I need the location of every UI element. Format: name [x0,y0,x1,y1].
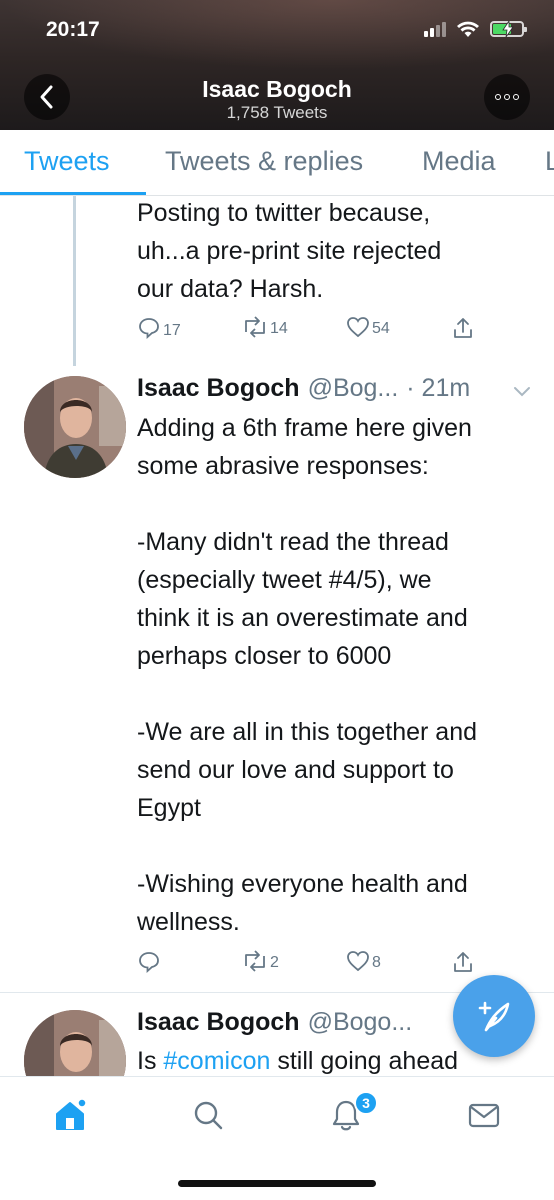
heart-icon [347,951,369,972]
like-count: 54 [372,320,390,337]
retweet-icon [245,950,265,972]
retweet-button[interactable]: 14 [242,316,288,338]
retweet-count: 14 [270,320,288,337]
reply-button[interactable] [137,950,163,974]
status-icons [424,20,527,38]
author-handle[interactable]: @Bogo... [308,1008,413,1037]
more-icon [495,94,519,100]
retweet-count: 2 [270,954,279,971]
wifi-icon [457,21,479,37]
home-icon [56,1098,87,1130]
like-button[interactable]: 54 [346,316,390,338]
battery-icon [490,21,527,37]
profile-photo [24,376,126,478]
tweet-feed[interactable]: Posting to twitter because, uh...a pre-p… [0,196,554,1076]
nav-home[interactable] [50,1095,90,1135]
compose-feather-icon [478,1001,510,1032]
like-button[interactable]: 8 [346,950,381,972]
chevron-down-icon[interactable] [512,384,532,398]
tweet-count: 1,758 Tweets [226,103,328,122]
notification-badge: 3 [354,1091,378,1115]
home-indicator [178,1180,376,1187]
nav-messages[interactable] [464,1095,504,1135]
profile-tabs: Tweets Tweets & replies Media L [0,130,554,196]
tweet-text: Posting to twitter because, uh...a pre-p… [137,199,442,303]
share-button[interactable] [452,950,474,974]
retweet-icon [245,316,265,338]
profile-header: 20:17 Isaac Bogoch 1,758 Tweets [0,0,554,130]
more-options-button[interactable] [484,74,530,120]
thread-connector [73,196,76,366]
messages-icon [468,1103,500,1128]
share-button[interactable] [452,316,474,340]
share-icon [454,318,472,338]
author-name[interactable]: Isaac Bogoch [137,1008,300,1037]
status-time: 20:17 [46,18,100,41]
tab-likes[interactable]: L [545,146,554,177]
tab-tweets-replies[interactable]: Tweets & replies [165,146,363,177]
heart-icon [347,317,369,338]
author-name[interactable]: Isaac Bogoch [137,374,300,403]
tweet-text: Adding a 6th frame here given some abras… [137,414,478,936]
tweet-text-start: Is [137,1047,164,1075]
avatar[interactable] [24,1010,126,1076]
compose-tweet-button[interactable] [453,975,535,1057]
profile-photo [24,1010,126,1076]
retweet-button[interactable]: 2 [242,950,279,972]
tab-tweets[interactable]: Tweets [24,146,110,177]
tab-media[interactable]: Media [422,146,496,177]
reply-button[interactable]: 17 [137,316,181,340]
reply-icon [139,318,159,340]
search-icon [194,1101,223,1130]
nav-search[interactable] [188,1095,228,1135]
avatar[interactable] [24,376,126,478]
hashtag-link[interactable]: #comicon [163,1047,270,1075]
tweet-header: Isaac Bogoch @Bog... · 21m [137,374,470,403]
profile-name: Isaac Bogoch [202,76,352,102]
like-count: 8 [372,954,381,971]
author-handle[interactable]: @Bog... [308,374,399,403]
active-tab-indicator [0,192,146,195]
tweet-text-end: still going ahead [270,1047,459,1075]
tweet-time: · 21m [406,374,471,402]
reply-count: 17 [163,322,181,339]
reply-icon [139,952,159,974]
tweet-header: Isaac Bogoch @Bogo... [137,1008,412,1037]
cellular-signal-icon [424,21,446,37]
share-icon [454,952,472,972]
